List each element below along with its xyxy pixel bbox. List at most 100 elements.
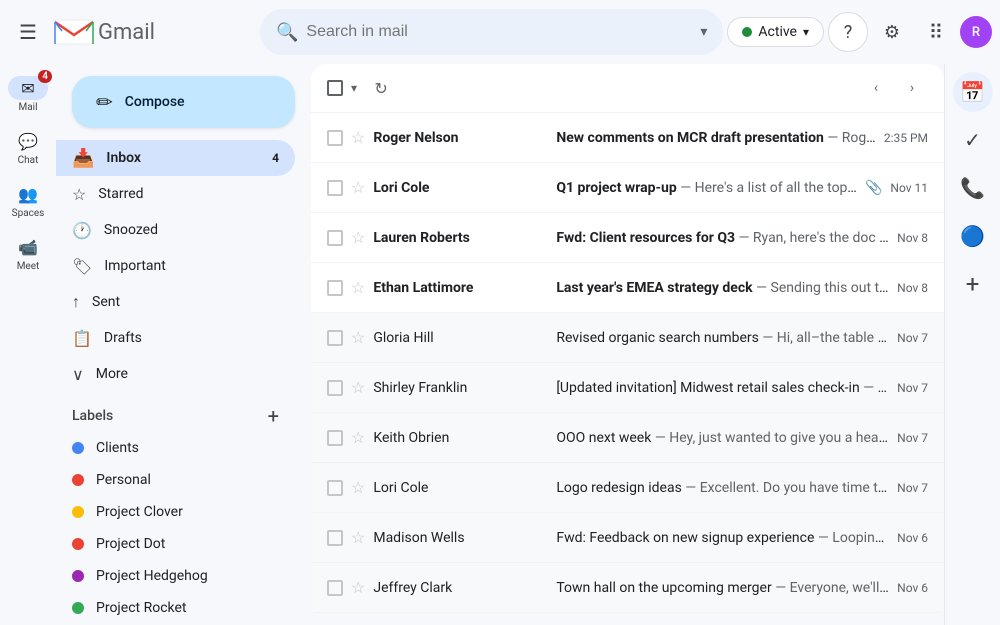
add-label-button[interactable]: + xyxy=(268,404,279,428)
nav-item-more[interactable]: ∨ More xyxy=(56,356,295,392)
active-label: Active xyxy=(758,24,797,40)
nav-item-snoozed[interactable]: 🕐 Snoozed xyxy=(56,212,295,248)
row-checkbox[interactable] xyxy=(327,580,343,596)
email-content: Logo redesign ideas — Excellent. Do you … xyxy=(556,480,889,496)
clients-label: Clients xyxy=(96,440,139,456)
star-icon[interactable]: ☆ xyxy=(351,428,365,447)
sidebar-item-spaces[interactable]: 👥 Spaces xyxy=(0,174,56,227)
next-page-button[interactable]: › xyxy=(896,72,928,104)
project-rocket-color-dot xyxy=(72,602,84,614)
search-input[interactable] xyxy=(306,23,692,41)
email-row[interactable]: ☆ Gloria Hill Revised organic search num… xyxy=(311,313,944,363)
row-checkbox[interactable] xyxy=(327,530,343,546)
email-time: Nov 8 xyxy=(897,281,928,295)
email-row[interactable]: ☆ Lauren Roberts Fwd: Client resources f… xyxy=(311,213,944,263)
project-hedgehog-label: Project Hedgehog xyxy=(96,568,208,584)
personal-label: Personal xyxy=(96,472,151,488)
email-row[interactable]: ☆ Keith Obrien OOO next week — Hey, just… xyxy=(311,413,944,463)
row-checkbox[interactable] xyxy=(327,480,343,496)
prev-page-button[interactable]: ‹ xyxy=(860,72,892,104)
email-content: Town hall on the upcoming merger — Every… xyxy=(556,580,889,596)
compose-button[interactable]: ✏ Compose xyxy=(72,76,295,128)
help-button[interactable]: ? xyxy=(828,12,868,52)
email-row[interactable]: ☆ Jeffrey Clark Town hall on the upcomin… xyxy=(311,563,944,613)
row-checkbox[interactable] xyxy=(327,430,343,446)
star-icon[interactable]: ☆ xyxy=(351,578,365,597)
email-time: Nov 6 xyxy=(897,581,928,595)
sidebar-item-mail[interactable]: ✉ 4 Mail xyxy=(0,68,56,121)
label-item-project-hedgehog[interactable]: Project Hedgehog xyxy=(56,560,295,592)
email-subject: Revised organic search numbers xyxy=(556,330,759,346)
nav-item-sent[interactable]: ↑ Sent xyxy=(56,284,295,320)
star-icon[interactable]: ☆ xyxy=(351,278,365,297)
nav-item-inbox[interactable]: 📥 Inbox 4 xyxy=(56,140,295,176)
select-all-checkbox[interactable] xyxy=(327,80,343,96)
star-icon[interactable]: ☆ xyxy=(351,328,365,347)
email-row[interactable]: ☆ Madison Wells Fwd: Feedback on new sig… xyxy=(311,513,944,563)
label-item-project-rocket[interactable]: Project Rocket xyxy=(56,592,295,624)
row-checkbox[interactable] xyxy=(327,230,343,246)
menu-button[interactable]: ☰ xyxy=(8,12,48,52)
right-panel-calendar[interactable]: 📅 xyxy=(953,72,993,112)
right-panel-contacts[interactable]: 📞 xyxy=(953,168,993,208)
email-snippet: — Excellent. Do you have time to meet wi… xyxy=(685,480,889,496)
right-panel-tasks[interactable]: ✓ xyxy=(953,120,993,160)
active-status-button[interactable]: Active ▾ xyxy=(727,17,824,47)
sidebar-item-meet[interactable]: 📹 Meet xyxy=(0,227,56,280)
settings-button[interactable]: ⚙ xyxy=(872,12,912,52)
refresh-button[interactable]: ↻ xyxy=(365,72,397,104)
mail-label: Mail xyxy=(18,102,37,113)
label-item-project-clover[interactable]: Project Clover xyxy=(56,496,295,528)
email-content: New comments on MCR draft presentation —… xyxy=(556,130,875,146)
star-icon[interactable]: ☆ xyxy=(351,478,365,497)
email-row[interactable]: ☆ Lori Cole Q1 project wrap-up — Here's … xyxy=(311,163,944,213)
mail-badge: 4 xyxy=(38,70,52,83)
avatar[interactable]: R xyxy=(960,16,992,48)
select-dropdown-icon[interactable]: ▾ xyxy=(351,81,357,95)
snoozed-icon: 🕐 xyxy=(72,221,92,240)
label-item-personal[interactable]: Personal xyxy=(56,464,295,496)
star-icon[interactable]: ☆ xyxy=(351,128,365,147)
search-bar[interactable]: 🔍 ▾ xyxy=(260,9,723,55)
email-subject: Town hall on the upcoming merger xyxy=(556,580,771,596)
email-content: Fwd: Feedback on new signup experience —… xyxy=(556,530,889,546)
email-row[interactable]: ☆ Ethan Lattimore Last year's EMEA strat… xyxy=(311,263,944,313)
label-item-clients[interactable]: Clients xyxy=(56,432,295,464)
email-row[interactable]: ☆ Lori Cole Logo redesign ideas — Excell… xyxy=(311,463,944,513)
nav-item-drafts[interactable]: 📋 Drafts xyxy=(56,320,295,356)
project-dot-label: Project Dot xyxy=(96,536,165,552)
sidebar-item-chat[interactable]: 💬 Chat xyxy=(0,121,56,174)
row-checkbox[interactable] xyxy=(327,130,343,146)
right-panel-keep[interactable]: 🔵 xyxy=(953,216,993,256)
mail-icon: ✉ xyxy=(21,79,34,98)
email-time: Nov 7 xyxy=(897,431,928,445)
right-panel-add[interactable]: + xyxy=(953,264,993,304)
email-row[interactable]: ☆ Roger Nelson Two pics from the confere… xyxy=(311,613,944,617)
star-icon[interactable]: ☆ xyxy=(351,228,365,247)
star-icon[interactable]: ☆ xyxy=(351,528,365,547)
email-subject: Fwd: Client resources for Q3 xyxy=(556,230,735,246)
sender-name: Shirley Franklin xyxy=(373,380,548,396)
email-subject: New comments on MCR draft presentation xyxy=(556,130,824,146)
chat-label: Chat xyxy=(18,155,39,166)
email-row[interactable]: ☆ Shirley Franklin [Updated invitation] … xyxy=(311,363,944,413)
email-snippet: — Looping in Annika. The feedback… xyxy=(818,530,889,546)
star-icon[interactable]: ☆ xyxy=(351,178,365,197)
project-clover-color-dot xyxy=(72,506,84,518)
label-item-project-dot[interactable]: Project Dot xyxy=(56,528,295,560)
attachment-icon: 📎 xyxy=(865,180,882,196)
search-icon: 🔍 xyxy=(276,22,298,43)
star-icon[interactable]: ☆ xyxy=(351,378,365,397)
nav-item-important[interactable]: 🏷 Important xyxy=(56,248,295,284)
search-dropdown-icon[interactable]: ▾ xyxy=(700,24,707,40)
spaces-label: Spaces xyxy=(12,208,45,219)
nav-item-starred[interactable]: ☆ Starred xyxy=(56,176,295,212)
sender-name: Lori Cole xyxy=(373,180,548,196)
row-checkbox[interactable] xyxy=(327,330,343,346)
spaces-icon: 👥 xyxy=(18,185,38,204)
row-checkbox[interactable] xyxy=(327,180,343,196)
email-row[interactable]: ☆ Roger Nelson New comments on MCR draft… xyxy=(311,113,944,163)
row-checkbox[interactable] xyxy=(327,280,343,296)
apps-button[interactable]: ⠿ xyxy=(916,12,956,52)
row-checkbox[interactable] xyxy=(327,380,343,396)
